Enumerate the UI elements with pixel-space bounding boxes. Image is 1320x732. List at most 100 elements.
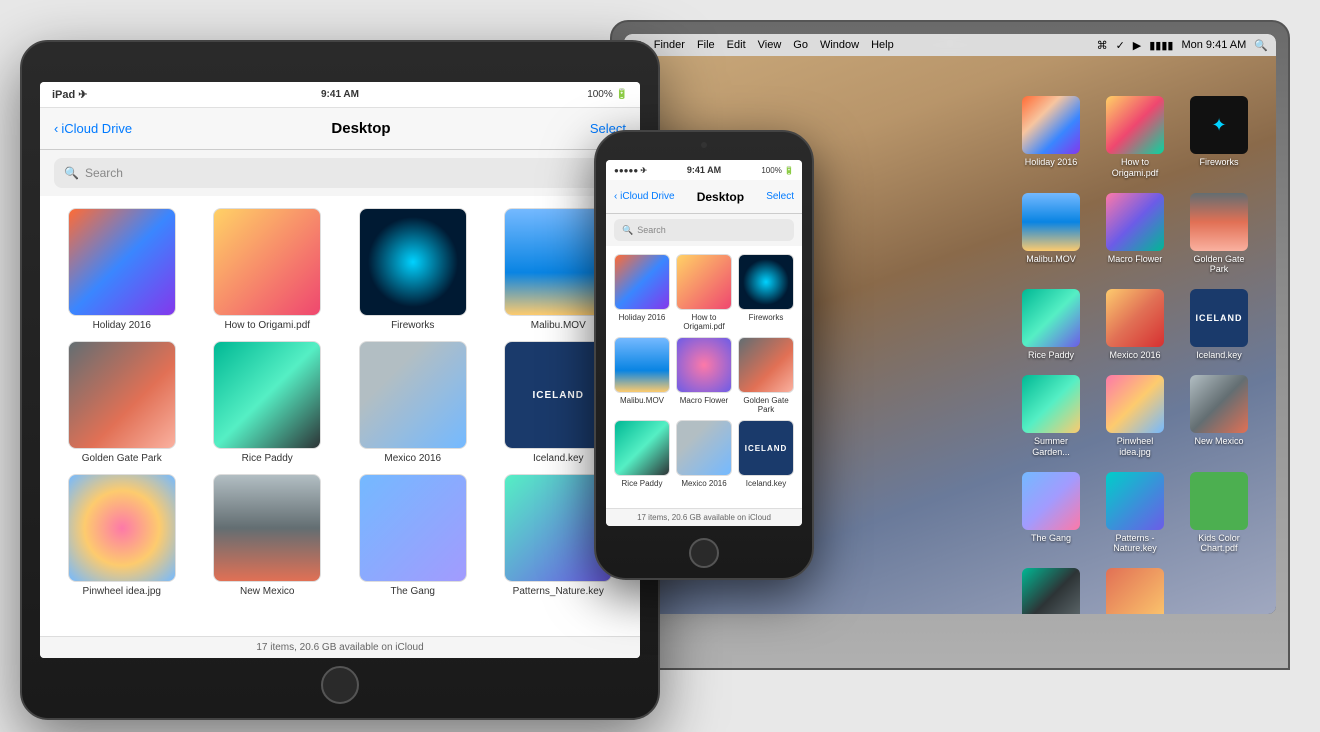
ipad: iPad ✈ 9:41 AM 100% 🔋 ‹ iCloud Drive Des…: [20, 40, 660, 720]
ipad-file-item-0[interactable]: Holiday 2016: [54, 208, 190, 331]
desktop-icon-7[interactable]: Mexico 2016: [1100, 289, 1170, 361]
menubar-left:  Finder File Edit View Go Window Help: [632, 38, 1097, 53]
desktop-icon-9[interactable]: Summer Garden...: [1016, 375, 1086, 458]
ipad-search-placeholder: Search: [85, 166, 123, 180]
ipad-statusbar: iPad ✈ 9:41 AM 100% 🔋: [40, 82, 640, 108]
ipad-home-button[interactable]: [321, 666, 359, 704]
desktop-icon-label-14: Kids Color Chart.pdf: [1186, 533, 1252, 555]
iphone-search-icon: 🔍: [622, 225, 633, 236]
ipad-file-item-9[interactable]: New Mexico: [200, 474, 336, 597]
desktop-icon-thumb-3: [1022, 193, 1080, 251]
ipad-file-thumb-0: [68, 208, 176, 316]
ipad-file-label-7: Iceland.key: [533, 453, 584, 464]
desktop-icon-thumb-12: [1022, 472, 1080, 530]
ipad-back-button[interactable]: ‹ iCloud Drive: [54, 121, 132, 136]
menubar-time: Mon 9:41 AM: [1181, 39, 1246, 51]
iphone-file-thumb-0: [614, 254, 670, 310]
desktop-icon-10[interactable]: Pinwheel idea.jpg: [1100, 375, 1170, 458]
desktop-icon-6[interactable]: Rice Paddy: [1016, 289, 1086, 361]
iphone-back-button[interactable]: ‹ iCloud Drive: [614, 191, 675, 202]
menubar-bt-icon: ✓: [1116, 39, 1125, 52]
view-menu[interactable]: View: [758, 39, 782, 51]
menubar-wifi-icon: ⌘: [1097, 39, 1108, 52]
iphone-file-label-7: Mexico 2016: [681, 479, 726, 488]
desktop-icon-thumb-11: [1190, 375, 1248, 433]
desktop-icon-label-1: How to Origami.pdf: [1102, 157, 1168, 179]
desktop-icon-thumb-2: ✦: [1190, 96, 1248, 154]
iphone-file-item-1[interactable]: How to Origami.pdf: [676, 254, 732, 331]
ipad-file-item-6[interactable]: Mexico 2016: [345, 341, 481, 464]
iphone-file-item-8[interactable]: ICELAND Iceland.key: [738, 420, 794, 488]
ipad-file-item-10[interactable]: The Gang: [345, 474, 481, 597]
iphone-file-item-7[interactable]: Mexico 2016: [676, 420, 732, 488]
ipad-file-thumb-1: [213, 208, 321, 316]
iphone-select-button[interactable]: Select: [766, 191, 794, 202]
iphone-file-label-0: Holiday 2016: [619, 313, 666, 322]
desktop-icon-12[interactable]: The Gang: [1016, 472, 1086, 555]
desktop-icon-thumb-8: ICELAND: [1190, 289, 1248, 347]
desktop-icon-4[interactable]: Macro Flower: [1100, 193, 1170, 276]
desktop-icon-label-4: Macro Flower: [1108, 254, 1163, 265]
iphone-file-label-2: Fireworks: [749, 313, 784, 322]
iphone-file-item-2[interactable]: Fireworks: [738, 254, 794, 331]
ipad-file-item-2[interactable]: Fireworks: [345, 208, 481, 331]
desktop-icon-11[interactable]: New Mexico: [1184, 375, 1254, 458]
ipad-footer: 17 items, 20.6 GB available on iCloud: [40, 636, 640, 658]
ipad-footer-text: 17 items, 20.6 GB available on iCloud: [256, 642, 423, 653]
desktop-icon-15[interactable]: Forest: [1016, 568, 1086, 614]
desktop-icon-thumb-14: [1190, 472, 1248, 530]
iphone-footer: 17 items, 20.6 GB available on iCloud: [606, 508, 802, 526]
desktop-icon-label-5: Golden Gate Park: [1186, 254, 1252, 276]
ipad-file-item-8[interactable]: Pinwheel idea.jpg: [54, 474, 190, 597]
ipad-file-label-10: The Gang: [391, 586, 435, 597]
desktop-icon-thumb-15: [1022, 568, 1080, 614]
desktop-icon-13[interactable]: Patterns - Nature.key: [1100, 472, 1170, 555]
iphone-file-item-6[interactable]: Rice Paddy: [614, 420, 670, 488]
ipad-file-item-1[interactable]: How to Origami.pdf: [200, 208, 336, 331]
ipad-file-item-5[interactable]: Rice Paddy: [200, 341, 336, 464]
desktop-icon-16[interactable]: The Art of Sign Painting.pages: [1100, 568, 1170, 614]
desktop-icon-14[interactable]: Kids Color Chart.pdf: [1184, 472, 1254, 555]
iphone-file-item-4[interactable]: Macro Flower: [676, 337, 732, 414]
ipad-file-label-4: Golden Gate Park: [82, 453, 162, 464]
ipad-file-label-3: Malibu.MOV: [531, 320, 586, 331]
desktop-icon-5[interactable]: Golden Gate Park: [1184, 193, 1254, 276]
ipad-file-thumb-5: [213, 341, 321, 449]
desktop-icon-thumb-16: [1106, 568, 1164, 614]
ipad-file-item-4[interactable]: Golden Gate Park: [54, 341, 190, 464]
ipad-file-label-9: New Mexico: [240, 586, 294, 597]
menubar-search-icon[interactable]: 🔍: [1254, 39, 1268, 52]
iphone-file-thumb-5: [738, 337, 794, 393]
iphone-file-thumb-7: [676, 420, 732, 476]
iphone-status-right: 100% 🔋: [734, 166, 794, 175]
desktop-icon-label-12: The Gang: [1031, 533, 1071, 544]
desktop-icon-3[interactable]: Malibu.MOV: [1016, 193, 1086, 276]
desktop-icon-label-8: Iceland.key: [1196, 350, 1242, 361]
iphone-file-label-6: Rice Paddy: [622, 479, 663, 488]
iphone-file-item-0[interactable]: Holiday 2016: [614, 254, 670, 331]
go-menu[interactable]: Go: [793, 39, 808, 51]
help-menu[interactable]: Help: [871, 39, 894, 51]
iphone-file-label-8: Iceland.key: [746, 479, 786, 488]
ipad-file-label-8: Pinwheel idea.jpg: [83, 586, 161, 597]
iphone-file-item-5[interactable]: Golden Gate Park: [738, 337, 794, 414]
iphone: ●●●●● ✈ 9:41 AM 100% 🔋 ‹ iCloud Drive De…: [594, 130, 814, 580]
iphone-back-label[interactable]: iCloud Drive: [620, 191, 674, 202]
desktop-icon-0[interactable]: Holiday 2016: [1016, 96, 1086, 179]
desktop-icon-1[interactable]: How to Origami.pdf: [1100, 96, 1170, 179]
desktop-icon-2[interactable]: ✦ Fireworks: [1184, 96, 1254, 179]
iphone-home-button[interactable]: [689, 538, 719, 568]
file-menu[interactable]: File: [697, 39, 715, 51]
desktop-icon-8[interactable]: ICELAND Iceland.key: [1184, 289, 1254, 361]
edit-menu[interactable]: Edit: [727, 39, 746, 51]
ipad-back-label[interactable]: iCloud Drive: [61, 121, 132, 136]
window-menu[interactable]: Window: [820, 39, 859, 51]
iphone-file-label-1: How to Origami.pdf: [676, 313, 732, 331]
ipad-search-input[interactable]: 🔍 Search: [54, 158, 626, 188]
iphone-file-label-3: Malibu.MOV: [620, 396, 664, 405]
iphone-status-left: ●●●●● ✈: [614, 166, 674, 175]
desktop-icon-thumb-10: [1106, 375, 1164, 433]
iphone-file-item-3[interactable]: Malibu.MOV: [614, 337, 670, 414]
iphone-search-input[interactable]: 🔍 Search: [614, 219, 794, 241]
ipad-file-label-0: Holiday 2016: [93, 320, 151, 331]
